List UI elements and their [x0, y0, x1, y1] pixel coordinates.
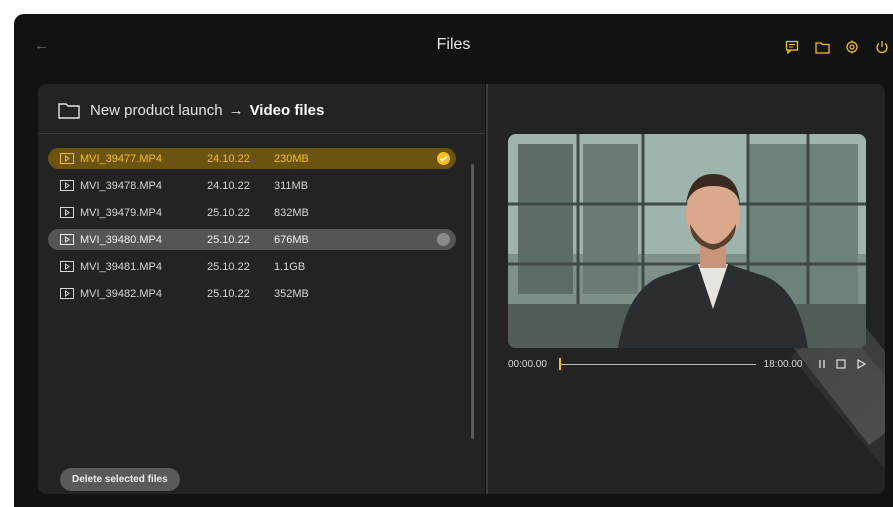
- current-time: 00:00.00: [508, 358, 547, 370]
- file-size: 311MB: [274, 179, 309, 192]
- header-divider: [38, 133, 485, 134]
- file-name: MVI_39482.MP4: [80, 287, 162, 300]
- file-row[interactable]: MVI_39478.MP4 24.10.22 311MB: [48, 175, 456, 196]
- top-icons: [783, 38, 891, 56]
- video-file-icon: [60, 153, 74, 164]
- video-file-icon: [60, 234, 74, 245]
- player-controls: 00:00.00 18:00.00: [508, 356, 868, 372]
- file-name: MVI_39480.MP4: [80, 233, 162, 246]
- folder-icon[interactable]: [813, 38, 831, 56]
- settings-icon[interactable]: [843, 38, 861, 56]
- seek-handle[interactable]: [559, 358, 562, 370]
- file-size: 230MB: [274, 152, 309, 165]
- file-list-scrollbar[interactable]: [471, 164, 474, 439]
- video-file-icon: [60, 261, 74, 272]
- page-title: Files: [436, 36, 471, 53]
- file-name: MVI_39477.MP4: [80, 152, 162, 165]
- file-row[interactable]: MVI_39482.MP4 25.10.22 352MB: [48, 283, 456, 304]
- file-date: 25.10.22: [207, 233, 250, 246]
- video-frame: [508, 134, 866, 348]
- file-row[interactable]: MVI_39479.MP4 25.10.22 832MB: [48, 202, 456, 223]
- seek-track: [561, 364, 756, 365]
- file-name: MVI_39478.MP4: [80, 179, 162, 192]
- video-file-icon: [60, 207, 74, 218]
- video-file-icon: [60, 288, 74, 299]
- file-date: 24.10.22: [207, 152, 250, 165]
- breadcrumb: New product launch → Video files: [58, 102, 324, 119]
- file-size: 676MB: [274, 233, 309, 246]
- file-row[interactable]: MVI_39481.MP4 25.10.22 1.1GB: [48, 256, 456, 277]
- play-icon[interactable]: [854, 357, 868, 371]
- file-size: 1.1GB: [274, 260, 306, 273]
- file-browser-panel: New product launch → Video files MVI_394…: [38, 84, 485, 494]
- video-file-icon: [60, 180, 74, 191]
- checkmark-icon[interactable]: [437, 152, 450, 165]
- file-date: 25.10.22: [207, 260, 250, 273]
- seek-bar[interactable]: [559, 358, 756, 370]
- checkbox-icon[interactable]: [437, 233, 450, 246]
- breadcrumb-current: Video files: [249, 102, 325, 119]
- file-row[interactable]: MVI_39477.MP4 24.10.22 230MB: [48, 148, 456, 169]
- top-bar: ← Files: [14, 14, 893, 82]
- breadcrumb-parent[interactable]: New product launch: [90, 102, 223, 119]
- file-date: 25.10.22: [207, 287, 250, 300]
- video-preview[interactable]: [508, 134, 866, 348]
- file-date: 24.10.22: [207, 179, 250, 192]
- folder-icon: [58, 102, 80, 119]
- pause-icon[interactable]: [815, 357, 829, 371]
- delete-selected-button[interactable]: Delete selected files: [60, 468, 180, 491]
- file-list: MVI_39477.MP4 24.10.22 230MB MVI_39478.M…: [48, 148, 456, 310]
- file-date: 25.10.22: [207, 206, 250, 219]
- file-size: 832MB: [274, 206, 309, 219]
- total-time: 18:00.00: [763, 358, 803, 370]
- preview-panel: 00:00.00 18:00.00: [488, 84, 885, 494]
- file-name: MVI_39479.MP4: [80, 206, 162, 219]
- file-name: MVI_39481.MP4: [80, 260, 162, 273]
- files-window: ← Files New product launch → Video files: [14, 14, 893, 507]
- chat-icon[interactable]: [783, 38, 801, 56]
- stop-icon[interactable]: [834, 357, 848, 371]
- breadcrumb-separator: →: [228, 102, 244, 119]
- file-size: 352MB: [274, 287, 309, 300]
- power-icon[interactable]: [873, 38, 891, 56]
- file-row[interactable]: MVI_39480.MP4 25.10.22 676MB: [48, 229, 456, 250]
